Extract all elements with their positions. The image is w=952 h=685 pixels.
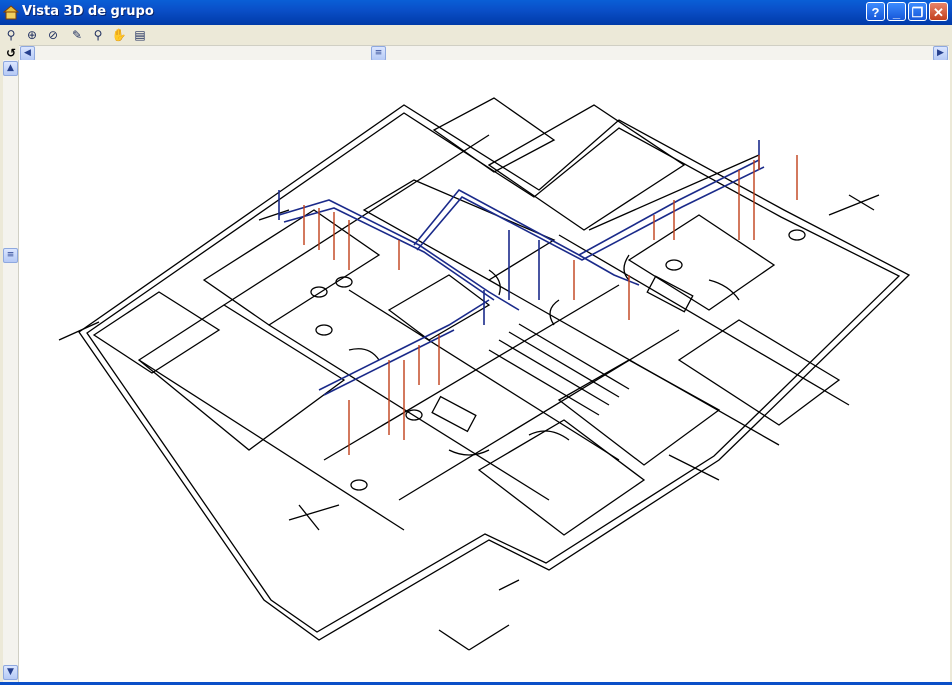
scroll-left-button[interactable]: ◀ — [20, 46, 35, 61]
scroll-up-button[interactable]: ▲ — [3, 61, 18, 76]
draw-tool-icon[interactable]: ✎ — [69, 27, 85, 43]
pan-hand-icon[interactable]: ✋ — [111, 27, 127, 43]
toolbar: ⚲ ⊕ ⊘ ✎ ⚲ ✋ ▤ — [0, 25, 952, 45]
title-bar: Vista 3D de grupo ? _ ❐ ✕ — [0, 0, 952, 25]
help-button[interactable]: ? — [866, 2, 885, 21]
3d-view-canvas[interactable] — [19, 60, 950, 682]
close-button[interactable]: ✕ — [929, 2, 948, 21]
horizontal-scroll-thumb[interactable]: ≡ — [371, 46, 386, 61]
scroll-right-button[interactable]: ▶ — [933, 46, 948, 61]
app-icon — [3, 5, 19, 20]
vertical-scroll-thumb[interactable]: ≡ — [3, 248, 18, 263]
window-title: Vista 3D de grupo — [22, 4, 154, 19]
layers-icon[interactable]: ▤ — [132, 27, 148, 43]
zoom-extents-icon[interactable]: ⚲ — [90, 27, 106, 43]
restore-button[interactable]: ❐ — [908, 2, 927, 21]
vertical-scrollbar[interactable]: ▲ ≡ ▼ — [3, 60, 19, 682]
zoom-tool-icon[interactable]: ⚲ — [3, 27, 19, 43]
zoom-window-icon[interactable]: ⊕ — [24, 27, 40, 43]
rotate-view-icon[interactable]: ↺ — [4, 46, 18, 60]
minimize-button[interactable]: _ — [887, 2, 906, 21]
zoom-previous-icon[interactable]: ⊘ — [45, 27, 61, 43]
scroll-down-button[interactable]: ▼ — [3, 665, 18, 680]
horizontal-scrollbar[interactable]: ◀ ≡ ▶ — [19, 45, 949, 61]
floor-plan-drawing — [58, 97, 911, 651]
